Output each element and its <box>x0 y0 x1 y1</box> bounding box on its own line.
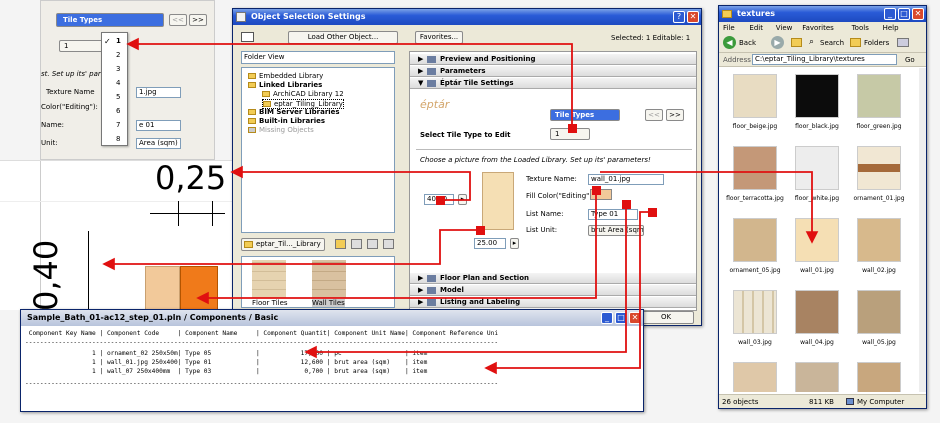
marker-square <box>476 226 485 235</box>
marker-square <box>436 196 445 205</box>
arrow-texture <box>600 171 819 244</box>
arrow-list-name <box>304 204 627 359</box>
marker-square <box>622 200 631 209</box>
arrow-tile-type <box>126 37 573 128</box>
annotation-arrows <box>102 37 819 375</box>
arrow-width <box>230 165 471 201</box>
marker-square <box>568 124 577 133</box>
marker-square <box>648 208 657 217</box>
arrow-list-unit <box>484 211 652 375</box>
marker-square <box>592 186 601 195</box>
arrow-fill <box>196 190 597 305</box>
arrow-height <box>102 229 480 271</box>
